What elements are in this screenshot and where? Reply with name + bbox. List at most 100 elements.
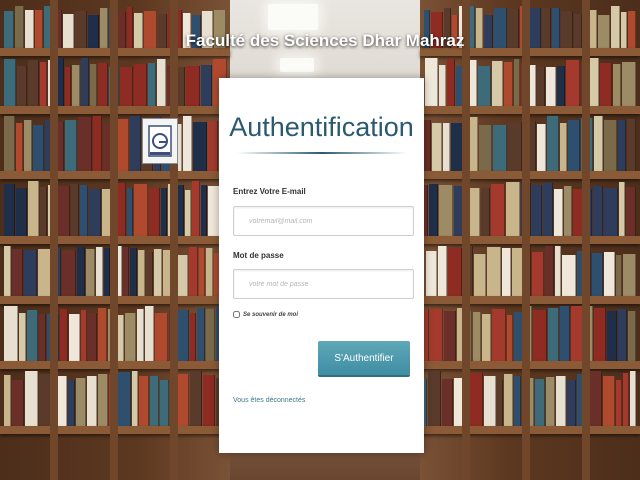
- book-spine: [60, 309, 68, 361]
- book-spine: [493, 125, 507, 171]
- book-spine: [158, 14, 167, 48]
- book-spine: [469, 188, 480, 236]
- book-spine: [118, 372, 131, 426]
- book-spine: [537, 67, 545, 106]
- book-spine: [100, 8, 108, 48]
- book-spine: [98, 374, 108, 426]
- book-spine: [160, 380, 169, 426]
- book-spine: [555, 246, 561, 296]
- book-spine: [619, 182, 625, 236]
- book-spine: [508, 122, 522, 171]
- book-spine: [193, 122, 207, 171]
- book-spine: [25, 371, 38, 426]
- book-spine: [146, 252, 153, 296]
- book-spine: [144, 11, 157, 48]
- book-spine: [425, 58, 438, 106]
- book-spine: [623, 373, 629, 426]
- book-spine: [192, 181, 200, 236]
- book-spine: [448, 248, 462, 296]
- book-spine: [28, 181, 39, 236]
- password-field[interactable]: [233, 269, 414, 299]
- book-spine: [186, 66, 200, 106]
- shelf-post: [522, 0, 530, 480]
- book-spine: [4, 306, 18, 361]
- book-spine: [574, 14, 582, 48]
- book-spine: [604, 120, 617, 171]
- book-spine: [77, 247, 85, 296]
- book-spine: [4, 184, 15, 236]
- login-card: Authentification Entrez Votre E-mail Mot…: [219, 78, 424, 453]
- book-spine: [492, 61, 503, 106]
- book-spine: [552, 8, 560, 48]
- book-spine: [556, 376, 566, 426]
- book-spine: [561, 11, 573, 48]
- book-spine: [429, 184, 438, 236]
- book-spine: [567, 380, 576, 426]
- book-spine: [127, 7, 133, 48]
- book-spine: [554, 189, 563, 236]
- login-button[interactable]: S'Authentifier: [318, 341, 410, 375]
- book-spine: [514, 59, 520, 106]
- book-spine: [603, 376, 615, 426]
- book-spine: [560, 123, 567, 171]
- remember-me[interactable]: Se souvenir de moi: [233, 311, 298, 318]
- shelf-post: [582, 0, 590, 480]
- status-message: Vous êtes déconnectés: [233, 397, 305, 404]
- shelf-post: [50, 0, 58, 480]
- book-spine: [19, 313, 26, 361]
- book-spine: [504, 62, 513, 106]
- book-spine: [28, 60, 39, 106]
- book-spine: [428, 371, 441, 426]
- book-spine: [432, 123, 442, 171]
- book-spine: [564, 186, 572, 236]
- book-spine: [87, 376, 97, 426]
- book-spine: [40, 187, 47, 236]
- book-spine: [161, 188, 167, 236]
- book-spine: [547, 116, 559, 171]
- book-spine: [621, 12, 627, 48]
- book-spine: [93, 116, 102, 171]
- book-spine: [548, 308, 559, 361]
- book-spine: [139, 376, 149, 426]
- book-spine: [201, 185, 207, 236]
- book-spine: [12, 249, 23, 296]
- book-spine: [81, 58, 89, 106]
- book-spine: [430, 309, 443, 361]
- book-spine: [439, 185, 453, 236]
- book-spine: [628, 11, 636, 48]
- book-spine: [90, 64, 97, 106]
- remember-checkbox[interactable]: [233, 311, 240, 318]
- book-spine: [4, 116, 15, 171]
- book-spine: [78, 117, 92, 171]
- book-spine: [96, 247, 103, 296]
- remember-label: Se souvenir de moi: [243, 312, 298, 318]
- book-spine: [473, 312, 481, 361]
- email-field[interactable]: [233, 206, 414, 236]
- book-spine: [39, 314, 46, 361]
- book-spine: [203, 375, 215, 426]
- book-spine: [4, 375, 11, 426]
- book-spine: [56, 186, 70, 236]
- book-spine: [183, 116, 192, 171]
- book-spine: [469, 373, 483, 426]
- book-spine: [494, 8, 507, 48]
- book-spine: [98, 63, 108, 106]
- book-spine: [590, 10, 597, 48]
- book-spine: [444, 311, 456, 361]
- book-spine: [604, 188, 618, 236]
- book-spine: [476, 8, 483, 48]
- book-spine: [27, 310, 38, 361]
- book-spine: [506, 182, 520, 236]
- shelf-plank: [420, 426, 640, 434]
- book-spine: [177, 310, 189, 361]
- book-spine: [589, 58, 599, 106]
- right-bookshelf: [420, 0, 640, 480]
- book-spine: [134, 64, 147, 106]
- email-label: Entrez Votre E-mail: [233, 187, 306, 196]
- book-spine: [474, 254, 486, 296]
- book-spine: [616, 380, 622, 426]
- book-spine: [189, 247, 198, 296]
- book-spine: [201, 65, 212, 106]
- book-spine: [623, 254, 636, 296]
- password-label: Mot de passe: [233, 251, 284, 260]
